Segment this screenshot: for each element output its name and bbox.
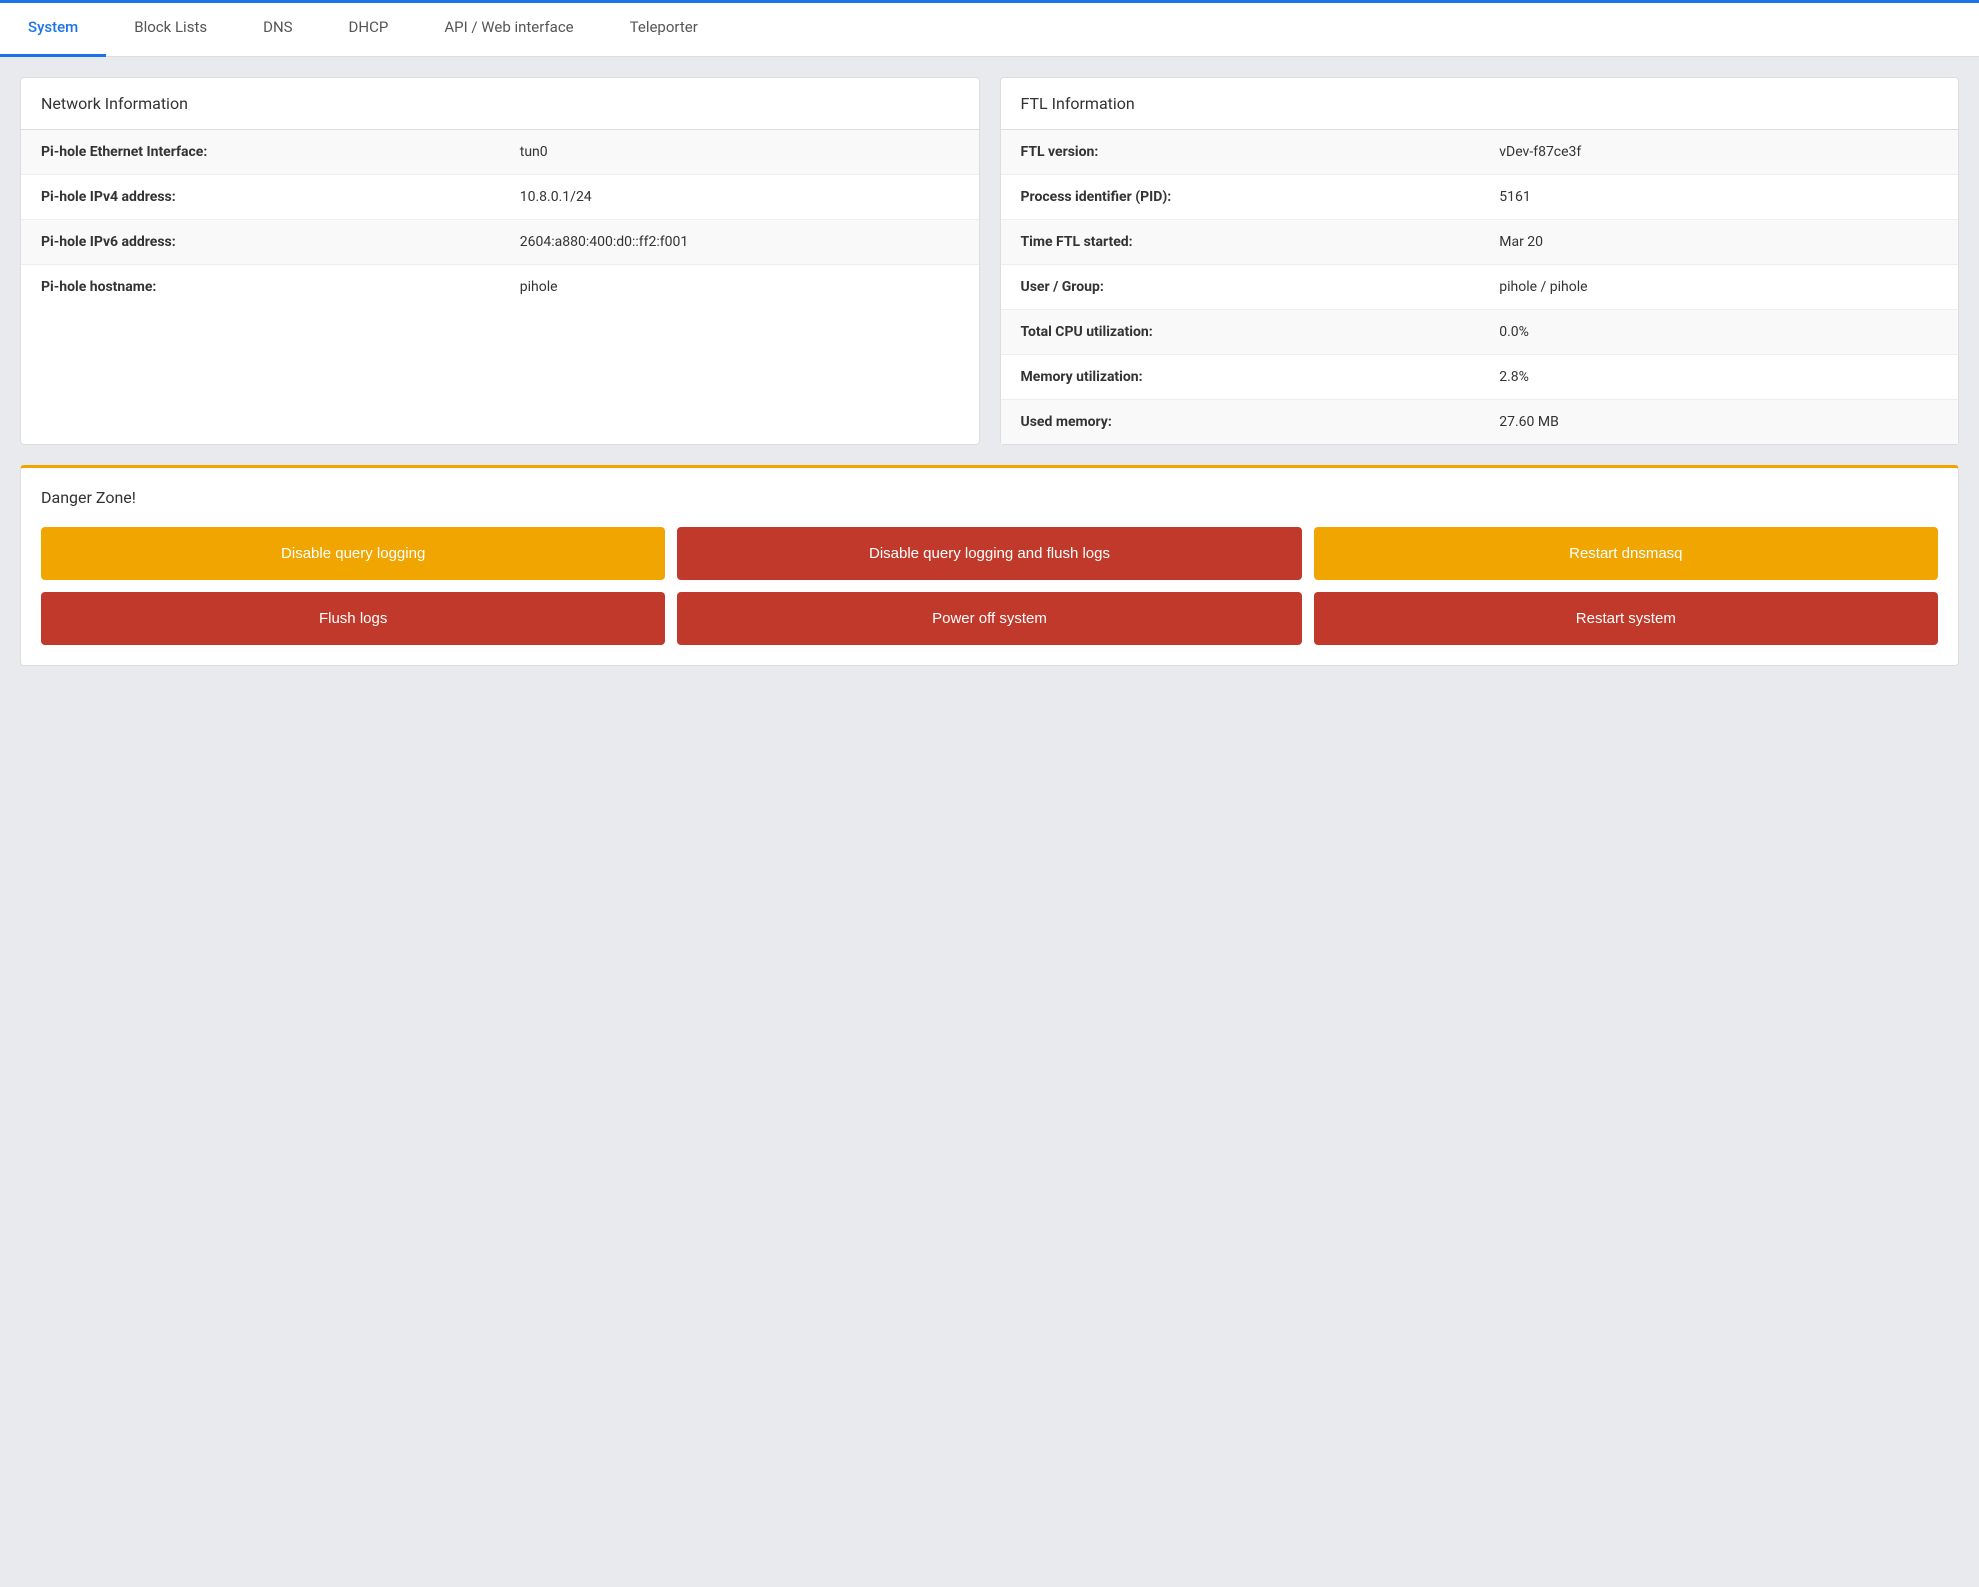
- table-row: FTL version: vDev-f87ce3f: [1001, 130, 1959, 175]
- row-value: 27.60 MB: [1479, 400, 1958, 445]
- table-row: Time FTL started: Mar 20: [1001, 220, 1959, 265]
- danger-zone-title: Danger Zone!: [41, 488, 1938, 507]
- info-columns: Network Information Pi-hole Ethernet Int…: [20, 77, 1959, 445]
- danger-zone-buttons: Disable query loggingDisable query loggi…: [41, 527, 1938, 645]
- main-content: Network Information Pi-hole Ethernet Int…: [0, 57, 1979, 686]
- row-key: Memory utilization:: [1001, 355, 1480, 400]
- ftl-info-panel: FTL Information FTL version: vDev-f87ce3…: [1000, 77, 1960, 445]
- row-value: pihole: [500, 265, 979, 310]
- row-value: 2604:a880:400:d0::ff2:f001: [500, 220, 979, 265]
- table-row: Used memory: 27.60 MB: [1001, 400, 1959, 445]
- table-row: Pi-hole hostname: pihole: [21, 265, 979, 310]
- row-key: Pi-hole hostname:: [21, 265, 500, 310]
- table-row: Total CPU utilization: 0.0%: [1001, 310, 1959, 355]
- tab-dns[interactable]: DNS: [235, 0, 320, 57]
- restart-dnsmasq-button[interactable]: Restart dnsmasq: [1314, 527, 1938, 580]
- power-off-system-button[interactable]: Power off system: [677, 592, 1301, 645]
- table-row: Pi-hole IPv6 address: 2604:a880:400:d0::…: [21, 220, 979, 265]
- ftl-info-table: FTL version: vDev-f87ce3f Process identi…: [1001, 130, 1959, 444]
- row-value: Mar 20: [1479, 220, 1958, 265]
- ftl-info-title: FTL Information: [1001, 78, 1959, 130]
- row-value: 2.8%: [1479, 355, 1958, 400]
- disable-query-logging-button[interactable]: Disable query logging: [41, 527, 665, 580]
- restart-system-button[interactable]: Restart system: [1314, 592, 1938, 645]
- row-key: FTL version:: [1001, 130, 1480, 175]
- table-row: Pi-hole IPv4 address: 10.8.0.1/24: [21, 175, 979, 220]
- top-bar: System Block Lists DNS DHCP API / Web in…: [0, 0, 1979, 57]
- tab-api-web-interface[interactable]: API / Web interface: [416, 0, 601, 57]
- row-value: 5161: [1479, 175, 1958, 220]
- network-info-table: Pi-hole Ethernet Interface: tun0 Pi-hole…: [21, 130, 979, 309]
- table-row: Pi-hole Ethernet Interface: tun0: [21, 130, 979, 175]
- network-info-panel: Network Information Pi-hole Ethernet Int…: [20, 77, 980, 445]
- row-key: Process identifier (PID):: [1001, 175, 1480, 220]
- tab-dhcp[interactable]: DHCP: [321, 0, 417, 57]
- row-key: Pi-hole IPv4 address:: [21, 175, 500, 220]
- row-key: Time FTL started:: [1001, 220, 1480, 265]
- row-key: User / Group:: [1001, 265, 1480, 310]
- row-key: Used memory:: [1001, 400, 1480, 445]
- table-row: User / Group: pihole / pihole: [1001, 265, 1959, 310]
- flush-logs-button[interactable]: Flush logs: [41, 592, 665, 645]
- row-value: pihole / pihole: [1479, 265, 1958, 310]
- row-value: 10.8.0.1/24: [500, 175, 979, 220]
- row-key: Pi-hole Ethernet Interface:: [21, 130, 500, 175]
- tab-block-lists[interactable]: Block Lists: [106, 0, 235, 57]
- danger-zone-panel: Danger Zone! Disable query loggingDisabl…: [20, 465, 1959, 666]
- row-key: Pi-hole IPv6 address:: [21, 220, 500, 265]
- row-value: 0.0%: [1479, 310, 1958, 355]
- disable-query-logging-and-flush-logs-button[interactable]: Disable query logging and flush logs: [677, 527, 1301, 580]
- row-value: vDev-f87ce3f: [1479, 130, 1958, 175]
- network-info-title: Network Information: [21, 78, 979, 130]
- table-row: Memory utilization: 2.8%: [1001, 355, 1959, 400]
- table-row: Process identifier (PID): 5161: [1001, 175, 1959, 220]
- row-value: tun0: [500, 130, 979, 175]
- tab-system[interactable]: System: [0, 0, 106, 57]
- row-key: Total CPU utilization:: [1001, 310, 1480, 355]
- tab-teleporter[interactable]: Teleporter: [602, 0, 726, 57]
